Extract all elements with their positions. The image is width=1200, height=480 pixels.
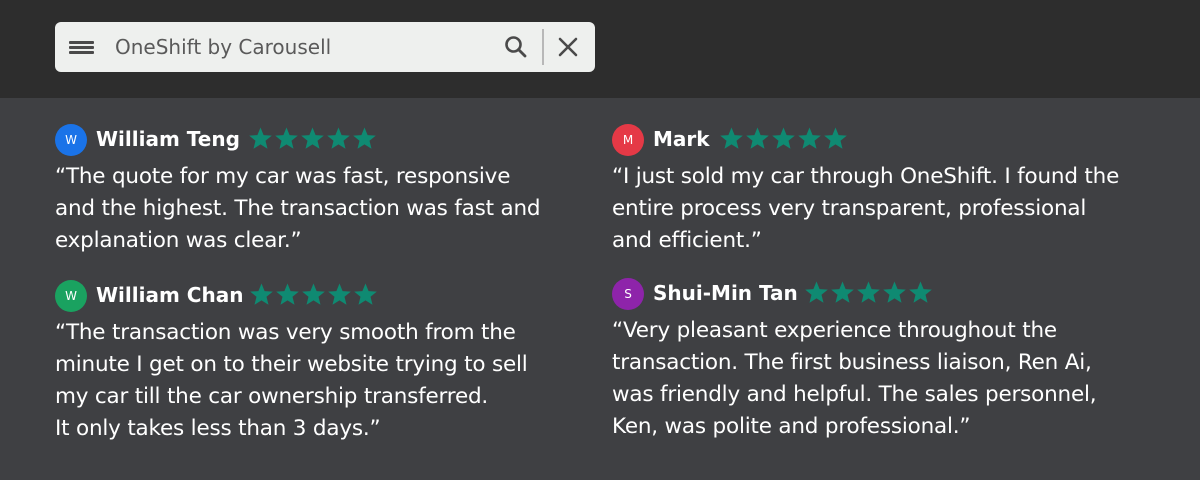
reviewer-name: William Teng (96, 127, 240, 151)
star-icon (354, 283, 377, 305)
star-icon (301, 127, 324, 149)
review-card: W William Chan “The transaction was very… (55, 280, 615, 445)
star-icon (276, 283, 299, 305)
star-rating (248, 126, 377, 152)
review-quote: “Very pleasant experience throughout the… (612, 318, 1097, 439)
reviewer-name: Shui-Min Tan (653, 281, 798, 305)
star-icon (805, 281, 828, 303)
star-icon (909, 281, 932, 303)
search-divider (542, 29, 544, 65)
star-icon (327, 127, 350, 149)
top-bar (0, 0, 1200, 98)
star-icon (857, 281, 880, 303)
reviewer-name: Mark (653, 127, 710, 151)
search-input[interactable] (115, 31, 495, 63)
avatar: S (612, 278, 644, 310)
star-icon (353, 127, 376, 149)
avatar: M (612, 124, 644, 156)
review-quote: “The quote for my car was fast, responsi… (55, 164, 541, 253)
star-icon (250, 283, 273, 305)
star-icon (831, 281, 854, 303)
reviewer-name: William Chan (96, 283, 244, 307)
star-icon (798, 127, 821, 149)
review-card: S Shui-Min Tan “Very pleasant experience… (612, 278, 1172, 443)
avatar: W (55, 124, 87, 156)
avatar: W (55, 280, 87, 312)
hamburger-menu-icon[interactable] (67, 36, 95, 58)
close-icon[interactable] (555, 34, 581, 60)
star-icon (824, 127, 847, 149)
star-icon (772, 127, 795, 149)
star-icon (883, 281, 906, 303)
review-card: M Mark “I just sold my car through OneSh… (612, 124, 1172, 257)
review-card: W William Teng “The quote for my car was… (55, 124, 615, 257)
search-bar (55, 22, 595, 72)
star-rating (249, 282, 378, 308)
search-icon[interactable] (503, 34, 529, 60)
star-icon (720, 127, 743, 149)
review-quote: “The transaction was very smooth from th… (55, 320, 528, 441)
review-quote: “I just sold my car through OneShift. I … (612, 164, 1120, 253)
star-icon (275, 127, 298, 149)
star-icon (302, 283, 325, 305)
star-rating (804, 280, 933, 306)
star-rating (719, 126, 848, 152)
star-icon (328, 283, 351, 305)
star-icon (249, 127, 272, 149)
star-icon (746, 127, 769, 149)
